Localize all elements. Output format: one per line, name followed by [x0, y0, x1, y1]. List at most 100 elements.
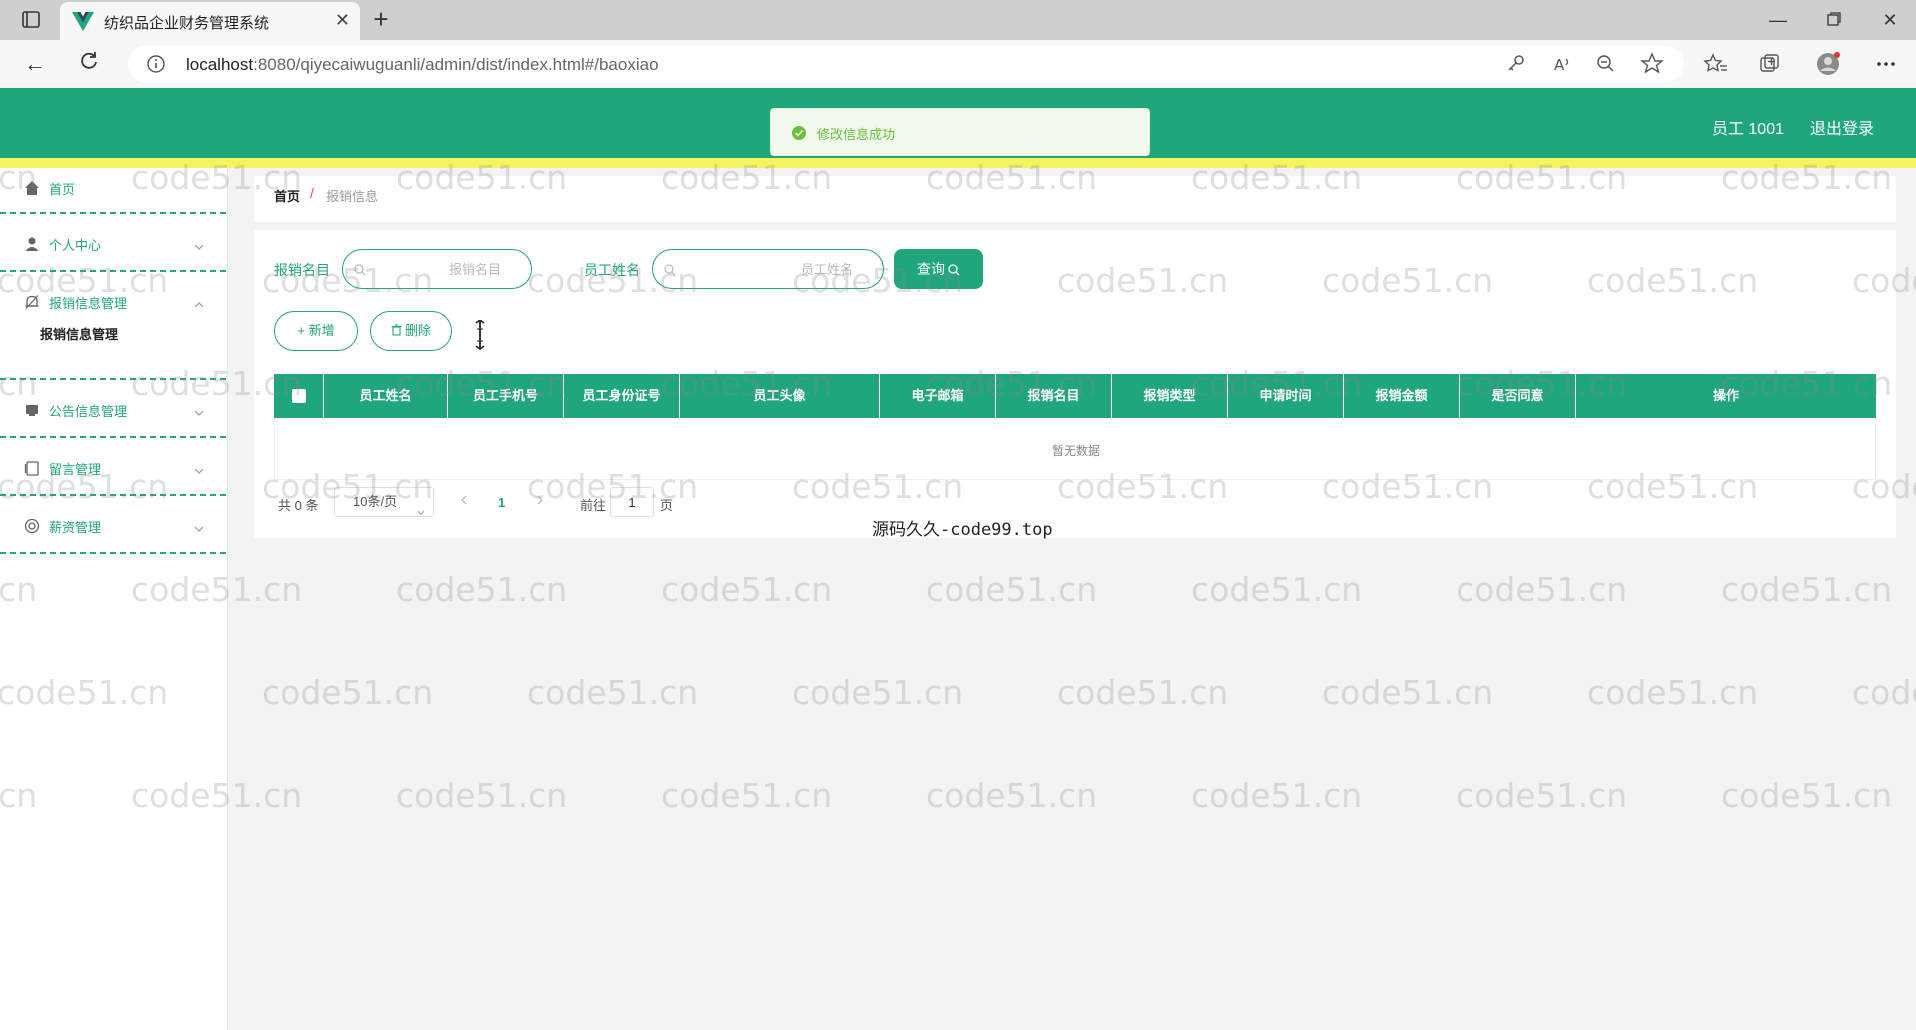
sidebar-item-label: 留言管理 [49, 462, 102, 477]
page-number-current[interactable]: 1 [498, 495, 505, 510]
page-size-value: 10条/页 [353, 494, 398, 509]
query-button[interactable]: 查询 [894, 249, 983, 289]
watermark-text: code51.cn [1191, 570, 1363, 609]
browser-tab-title: 纺织品企业财务管理系统 [104, 15, 270, 32]
main-content: 报销名目 员工姓名 查询 + 新增 删除 员工姓名 员工手机号 员工身份证号 员… [254, 230, 1896, 538]
sidebar-item-notice[interactable]: 公告信息管理 [0, 380, 226, 438]
watermark-text: code51.cn [396, 776, 568, 815]
search-label-item: 报销名目 [274, 262, 330, 278]
column-header: 操作 [1712, 388, 1739, 403]
source-note: 源码久久-code99.top [872, 520, 1053, 540]
browser-tab-active[interactable]: 纺织品企业财务管理系统 ✕ [60, 2, 360, 40]
logout-link[interactable]: 退出登录 [1810, 115, 1874, 139]
add-button[interactable]: + 新增 [274, 311, 358, 351]
sidebar-item-salary[interactable]: 薪资管理 [0, 496, 226, 554]
url-field[interactable]: localhost:8080/qiyecaiwuguanli/admin/dis… [128, 46, 1684, 82]
sidebar-item-messages[interactable]: 留言管理 [0, 438, 226, 496]
notice-icon [24, 402, 40, 418]
column-header: 电子邮箱 [880, 374, 996, 418]
success-toast: 修改信息成功 [770, 108, 1150, 156]
favorite-star-icon[interactable] [1638, 50, 1666, 78]
pagination-goto-label: 前往 [580, 498, 607, 513]
query-button-label: 查询 [917, 261, 945, 277]
new-tab-icon[interactable]: + [366, 4, 396, 34]
sidebar-row[interactable]: 个人中心 [0, 224, 226, 264]
zoom-out-icon[interactable] [1592, 50, 1620, 78]
search-icon [664, 263, 676, 276]
chevron-down-icon [194, 238, 204, 250]
sidebar-item-personal-center[interactable]: 个人中心 [0, 214, 226, 272]
pagination-total: 共 0 条 [278, 498, 319, 513]
home-icon [24, 180, 40, 196]
chevron-down-icon [194, 404, 204, 416]
minimize-icon[interactable]: — [1758, 6, 1798, 34]
watermark-text: code51.cn [1852, 673, 1916, 712]
sidebar-row[interactable]: 公告信息管理 [0, 390, 226, 430]
sidebar-row[interactable]: 留言管理 [0, 448, 226, 488]
watermark-text: code51.cn [661, 776, 833, 815]
header-username: 员工 1001 [1711, 121, 1784, 138]
url-text: localhost:8080/qiyecaiwuguanli/admin/dis… [186, 55, 659, 75]
column-header: 员工头像 [680, 374, 880, 418]
sidebar-row[interactable]: 报销信息管理 [0, 282, 226, 322]
pagination-goto-input[interactable] [610, 487, 654, 517]
watermark-text: code51.cn [661, 570, 833, 609]
watermark-text: code51.cn [926, 776, 1098, 815]
url-path: :8080/qiyecaiwuguanli/admin/dist/index.h… [253, 55, 659, 74]
select-all-checkbox[interactable] [292, 389, 306, 403]
tab-actions-icon[interactable] [14, 8, 46, 32]
sidebar-item-home[interactable]: 首页 [0, 168, 226, 214]
prev-page-icon[interactable] [458, 493, 470, 507]
tab-close-icon[interactable]: ✕ [335, 10, 350, 31]
salary-icon [24, 518, 40, 534]
breadcrumb: 首页 / 报销信息 [254, 176, 1896, 222]
trash-icon [391, 324, 402, 336]
sidebar-item-label: 公告信息管理 [49, 404, 128, 419]
sidebar-subitem-reimbursement-manage[interactable]: 报销信息管理 [40, 324, 118, 343]
search-input-item[interactable] [342, 249, 532, 289]
sidebar-item-label: 首页 [49, 182, 76, 197]
chevron-down-icon [194, 520, 204, 532]
url-host: localhost [186, 55, 254, 74]
sidebar-item-reimbursement[interactable]: 报销信息管理 报销信息管理 [0, 272, 226, 380]
back-arrow-icon[interactable]: ← [20, 50, 50, 78]
vue-logo-icon [72, 11, 94, 31]
window-close-icon[interactable]: ✕ [1870, 6, 1910, 34]
add-button-label: + 新增 [297, 323, 335, 338]
search-icon [354, 263, 366, 276]
watermark-text: code51.cn [1456, 570, 1628, 609]
watermark-text: code51.cn [1587, 673, 1759, 712]
read-aloud-icon[interactable]: A [1548, 50, 1576, 78]
breadcrumb-current: 报销信息 [326, 189, 379, 204]
success-check-icon [791, 125, 807, 141]
user-icon [24, 236, 40, 252]
search-icon [948, 264, 960, 276]
profile-avatar-icon[interactable] [1814, 50, 1842, 78]
sidebar-row[interactable]: 薪资管理 [0, 506, 226, 546]
restore-icon[interactable] [1814, 6, 1854, 34]
reload-icon[interactable] [74, 50, 104, 78]
watermark-text: code51.cn [792, 673, 964, 712]
watermark-text: code51.cn [1057, 673, 1229, 712]
next-page-icon[interactable] [534, 493, 546, 507]
watermark-text: code51.cn [527, 673, 699, 712]
sidebar: 首页 个人中心 报销信息管理 报销信息管理 公告信息管理 留言管理 薪资管理 [0, 168, 228, 1030]
column-header: 是否同意 [1460, 374, 1576, 418]
delete-button[interactable]: 删除 [370, 311, 452, 351]
watermark-text: code51.cn [1721, 776, 1893, 815]
breadcrumb-home[interactable]: 首页 [274, 186, 300, 205]
chevron-down-icon [194, 462, 204, 474]
favorites-list-icon[interactable] [1702, 50, 1730, 78]
site-info-icon[interactable] [146, 54, 166, 74]
search-input-employee[interactable] [652, 249, 884, 289]
svg-text:A: A [1554, 56, 1565, 74]
sidebar-row[interactable]: 首页 [0, 168, 226, 208]
toast-message: 修改信息成功 [817, 127, 896, 142]
collections-icon[interactable] [1756, 50, 1784, 78]
bell-icon [24, 294, 40, 310]
more-options-icon[interactable] [1872, 50, 1900, 78]
page-size-select[interactable]: 10条/页 [334, 487, 434, 517]
key-icon[interactable] [1502, 50, 1530, 78]
message-icon [24, 460, 40, 476]
table-header: 员工姓名 员工手机号 员工身份证号 员工头像 电子邮箱 报销名目 报销类型 申请… [274, 374, 1876, 418]
